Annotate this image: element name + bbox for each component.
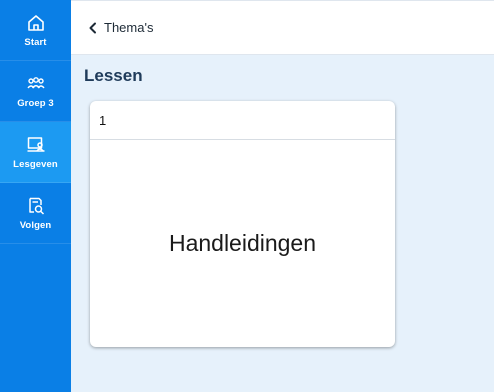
page-title: Lessen [84, 66, 143, 85]
card-number: 1 [90, 101, 395, 140]
document-search-icon [26, 196, 46, 216]
lesson-card[interactable]: 1 Handleidingen [90, 101, 395, 347]
card-title: Handleidingen [168, 230, 317, 256]
chevron-left-icon [88, 22, 98, 34]
top-bar: Thema's [71, 0, 494, 55]
nav-item-start[interactable]: Start [0, 0, 71, 61]
sidebar: Start Groep 3 Lesgeven Volgen [0, 0, 71, 392]
presentation-icon [26, 135, 46, 155]
nav-item-volgen[interactable]: Volgen [0, 183, 71, 244]
back-link[interactable]: Thema's [88, 20, 153, 35]
nav-label-volgen: Volgen [19, 219, 52, 231]
nav-item-lesgeven[interactable]: Lesgeven [0, 122, 71, 183]
group-icon [26, 74, 46, 94]
nav-label-start: Start [24, 36, 47, 48]
back-link-label: Thema's [104, 20, 154, 35]
nav-label-groep: Groep 3 [17, 97, 54, 109]
home-icon [26, 13, 46, 33]
nav-item-groep[interactable]: Groep 3 [0, 61, 71, 122]
nav-label-lesgeven: Lesgeven [13, 158, 58, 170]
